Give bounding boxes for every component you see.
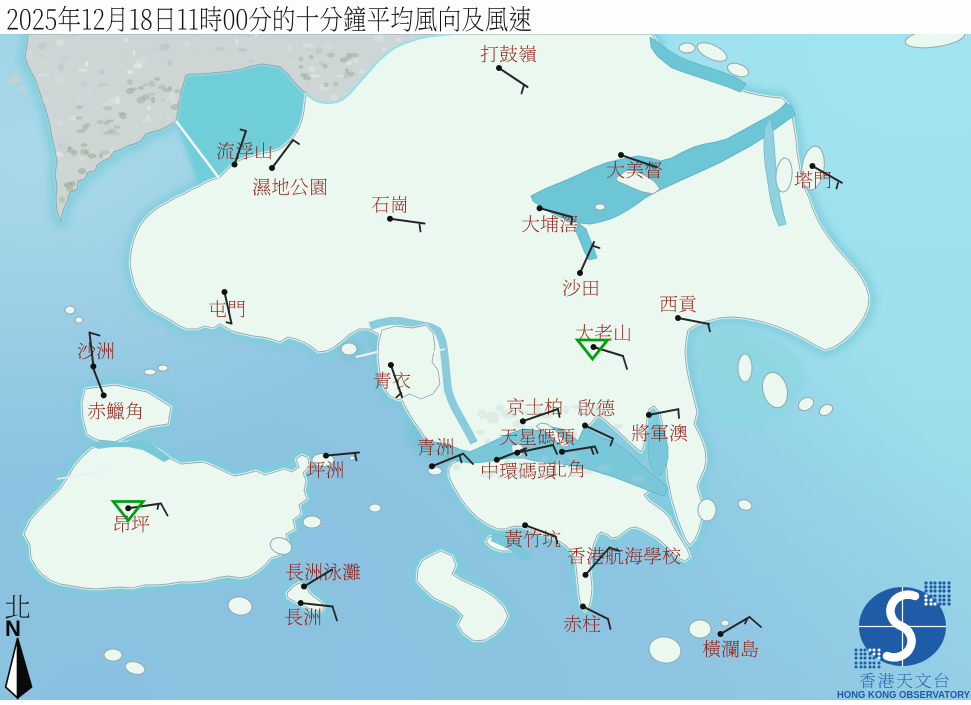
svg-text:HONG KONG OBSERVATORY: HONG KONG OBSERVATORY — [837, 689, 970, 700]
svg-text:N: N — [5, 616, 21, 641]
